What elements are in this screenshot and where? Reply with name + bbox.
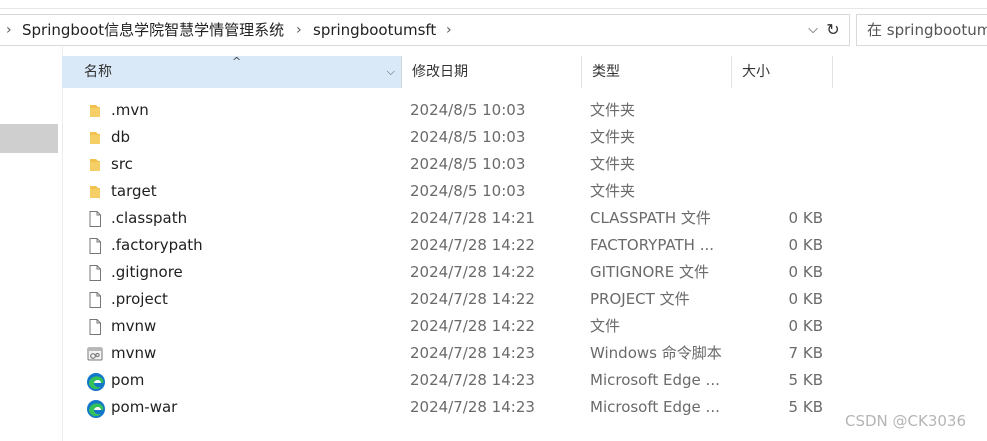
edge-icon	[86, 372, 105, 391]
edge-icon	[86, 399, 105, 418]
file-size: 0 KB	[788, 236, 823, 254]
file-type: 文件	[590, 317, 621, 335]
file-type: PROJECT 文件	[590, 290, 690, 308]
file-name: db	[111, 128, 131, 146]
file-name: src	[111, 155, 133, 173]
file-row[interactable]: db 2024/8/5 10:03 文件夹	[62, 124, 833, 151]
address-history-chevron-down-icon[interactable]: ⌵	[803, 15, 823, 45]
file-size: 0 KB	[788, 290, 823, 308]
file-name: .factorypath	[111, 236, 203, 254]
column-name-label: 名称	[84, 64, 112, 80]
file-date: 2024/7/28 14:22	[410, 290, 535, 308]
folder-icon	[86, 156, 104, 174]
file-date: 2024/7/28 14:22	[410, 263, 535, 281]
file-icon	[86, 210, 104, 228]
file-size: 5 KB	[788, 398, 823, 416]
breadcrumb-chevron-icon[interactable]: ›	[6, 15, 12, 45]
file-type: 文件夹	[590, 155, 636, 173]
file-size	[742, 124, 823, 151]
column-header: 名称 ^ ⌵ 修改日期 类型 大小	[62, 55, 833, 88]
file-row[interactable]: mvnw 2024/7/28 14:22 文件 0 KB	[62, 313, 833, 340]
file-icon	[86, 318, 104, 336]
search-box[interactable]	[856, 14, 987, 46]
file-date: 2024/7/28 14:21	[410, 209, 535, 227]
refresh-icon[interactable]: ↻	[822, 15, 844, 45]
file-date: 2024/7/28 14:23	[410, 398, 535, 416]
file-name: .project	[111, 290, 168, 308]
folder-icon	[86, 102, 104, 120]
file-date: 2024/8/5 10:03	[410, 182, 526, 200]
file-row[interactable]: pom-war 2024/7/28 14:23 Microsoft Edge .…	[62, 394, 833, 421]
file-name: mvnw	[111, 344, 157, 362]
folder-icon	[86, 129, 104, 147]
file-size	[742, 97, 823, 124]
file-row[interactable]: .gitignore 2024/7/28 14:22 GITIGNORE 文件 …	[62, 259, 833, 286]
file-date: 2024/7/28 14:23	[410, 371, 535, 389]
file-name: target	[111, 182, 157, 200]
file-type: Microsoft Edge ...	[590, 398, 720, 416]
file-date: 2024/8/5 10:03	[410, 128, 526, 146]
script-icon	[86, 345, 104, 363]
file-type: FACTORYPATH ...	[590, 236, 715, 254]
file-row[interactable]: .project 2024/7/28 14:22 PROJECT 文件 0 KB	[62, 286, 833, 313]
column-header-name[interactable]: 名称 ^ ⌵	[62, 55, 402, 88]
file-row[interactable]: .classpath 2024/7/28 14:21 CLASSPATH 文件 …	[62, 205, 833, 232]
watermark-text: CSDN @CK3036	[845, 412, 967, 430]
ribbon-remnant	[0, 0, 987, 9]
file-type: Microsoft Edge ...	[590, 371, 720, 389]
file-size: 5 KB	[788, 371, 823, 389]
file-name: pom	[111, 371, 145, 389]
file-icon	[86, 291, 104, 309]
column-header-date[interactable]: 修改日期	[402, 56, 582, 88]
file-size: 0 KB	[788, 317, 823, 335]
file-size: 0 KB	[788, 263, 823, 281]
file-icon	[86, 264, 104, 282]
file-type: 文件夹	[590, 128, 636, 146]
file-name: pom-war	[111, 398, 178, 416]
folder-icon	[86, 183, 104, 201]
file-type: GITIGNORE 文件	[590, 263, 709, 281]
column-date-label: 修改日期	[412, 64, 468, 80]
breadcrumb-chevron-icon[interactable]: ›	[296, 15, 302, 45]
file-size	[742, 178, 823, 205]
column-header-size[interactable]: 大小	[732, 56, 833, 88]
navigation-pane[interactable]	[0, 47, 63, 441]
file-type: CLASSPATH 文件	[590, 209, 711, 227]
file-type: 文件夹	[590, 101, 636, 119]
file-row[interactable]: mvnw 2024/7/28 14:23 Windows 命令脚本 7 KB	[62, 340, 833, 367]
file-date: 2024/7/28 14:22	[410, 317, 535, 335]
file-row[interactable]: .mvn 2024/8/5 10:03 文件夹	[62, 97, 833, 124]
sort-ascending-icon: ^	[232, 55, 242, 68]
navigation-selected-item[interactable]	[0, 124, 58, 153]
column-header-type[interactable]: 类型	[582, 56, 732, 88]
column-type-label: 类型	[592, 64, 620, 80]
file-icon	[86, 237, 104, 255]
file-row[interactable]: .factorypath 2024/7/28 14:22 FACTORYPATH…	[62, 232, 833, 259]
breadcrumb-item-current[interactable]: springbootumsft	[313, 15, 436, 45]
column-size-label: 大小	[742, 64, 770, 80]
file-type: Windows 命令脚本	[590, 344, 722, 362]
file-name: mvnw	[111, 317, 157, 335]
breadcrumb-item-parent[interactable]: Springboot信息学院智慧学情管理系统	[22, 15, 284, 45]
address-bar[interactable]: › Springboot信息学院智慧学情管理系统 › springbootums…	[0, 14, 850, 46]
file-date: 2024/8/5 10:03	[410, 101, 526, 119]
file-size: 0 KB	[788, 209, 823, 227]
file-date: 2024/7/28 14:23	[410, 344, 535, 362]
file-date: 2024/8/5 10:03	[410, 155, 526, 173]
breadcrumb-chevron-icon[interactable]: ›	[446, 15, 452, 45]
file-name: .mvn	[111, 101, 149, 119]
file-size: 7 KB	[788, 344, 823, 362]
file-row[interactable]: target 2024/8/5 10:03 文件夹	[62, 178, 833, 205]
file-name: .classpath	[111, 209, 188, 227]
search-input[interactable]	[865, 15, 987, 45]
file-size	[742, 151, 823, 178]
file-name: .gitignore	[111, 263, 183, 281]
column-filter-chevron-icon[interactable]: ⌵	[387, 56, 395, 88]
file-date: 2024/7/28 14:22	[410, 236, 535, 254]
file-row[interactable]: src 2024/8/5 10:03 文件夹	[62, 151, 833, 178]
file-row[interactable]: pom 2024/7/28 14:23 Microsoft Edge ... 5…	[62, 367, 833, 394]
file-type: 文件夹	[590, 182, 636, 200]
